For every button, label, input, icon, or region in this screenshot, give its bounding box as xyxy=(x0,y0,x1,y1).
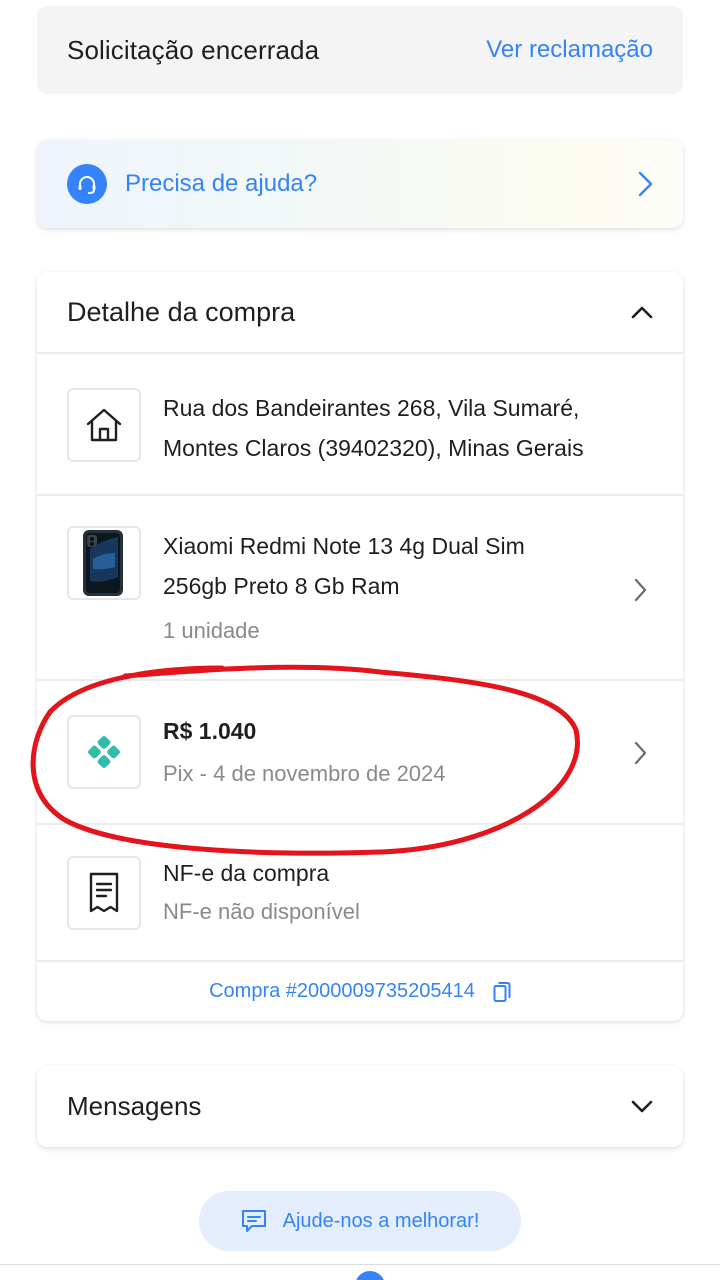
address-line-1: Rua dos Bandeirantes 268, Vila Sumaré, xyxy=(163,395,580,421)
status-card: Solicitação encerrada Ver reclamação xyxy=(37,6,683,94)
address-row: Rua dos Bandeirantes 268, Vila Sumaré, M… xyxy=(37,354,683,496)
purchase-detail-card: Detalhe da compra Rua dos Bandeirantes 2… xyxy=(37,272,683,1021)
product-row[interactable]: Xiaomi Redmi Note 13 4g Dual Sim 256gb P… xyxy=(37,496,683,681)
phone-thumbnail xyxy=(67,526,141,600)
headset-icon xyxy=(67,164,107,204)
purchase-detail-title: Detalhe da compra xyxy=(67,296,296,327)
invoice-title: NF-e da compra xyxy=(163,860,330,886)
messages-card[interactable]: Mensagens xyxy=(37,1066,683,1147)
purchase-detail-header[interactable]: Detalhe da compra xyxy=(37,272,683,354)
payment-row[interactable]: R$ 1.040 Pix - 4 de novembro de 2024 xyxy=(37,681,683,825)
feedback-button[interactable]: Ajude-nos a melhorar! xyxy=(199,1191,521,1251)
status-title: Solicitação encerrada xyxy=(67,34,320,65)
feedback-label: Ajude-nos a melhorar! xyxy=(282,1209,480,1232)
payment-amount: R$ 1.040 xyxy=(163,717,257,744)
chevron-up-icon xyxy=(631,306,653,319)
copy-icon[interactable] xyxy=(493,981,511,1003)
product-name-line-2: 256gb Preto 8 Gb Ram xyxy=(163,573,400,599)
invoice-status: NF-e não disponível xyxy=(163,899,360,924)
home-icon xyxy=(67,388,141,462)
page: Solicitação encerrada Ver reclamação Pre… xyxy=(0,0,720,1280)
chat-feedback-icon xyxy=(241,1210,266,1232)
order-number: Compra #2000009735205414 xyxy=(209,980,475,1002)
invoice-row: NF-e da compra NF-e não disponível xyxy=(37,825,683,962)
address-line-2: Montes Claros (39402320), Minas Gerais xyxy=(163,435,584,461)
payment-detail: Pix - 4 de novembro de 2024 xyxy=(163,760,446,786)
chevron-right-icon xyxy=(638,171,653,197)
chevron-right-icon xyxy=(634,578,647,602)
help-card[interactable]: Precisa de ajuda? xyxy=(37,140,683,228)
product-name-line-1: Xiaomi Redmi Note 13 4g Dual Sim xyxy=(163,533,525,559)
help-label: Precisa de ajuda? xyxy=(125,170,318,197)
chevron-down-icon xyxy=(631,1100,653,1112)
pix-icon xyxy=(67,715,141,789)
receipt-icon xyxy=(67,855,141,930)
chevron-right-icon xyxy=(634,741,647,765)
order-number-row[interactable]: Compra #2000009735205414 xyxy=(37,962,683,1021)
view-complaint-link[interactable]: Ver reclamação xyxy=(486,36,653,64)
messages-title: Mensagens xyxy=(67,1091,202,1121)
product-quantity: 1 unidade xyxy=(163,618,260,643)
